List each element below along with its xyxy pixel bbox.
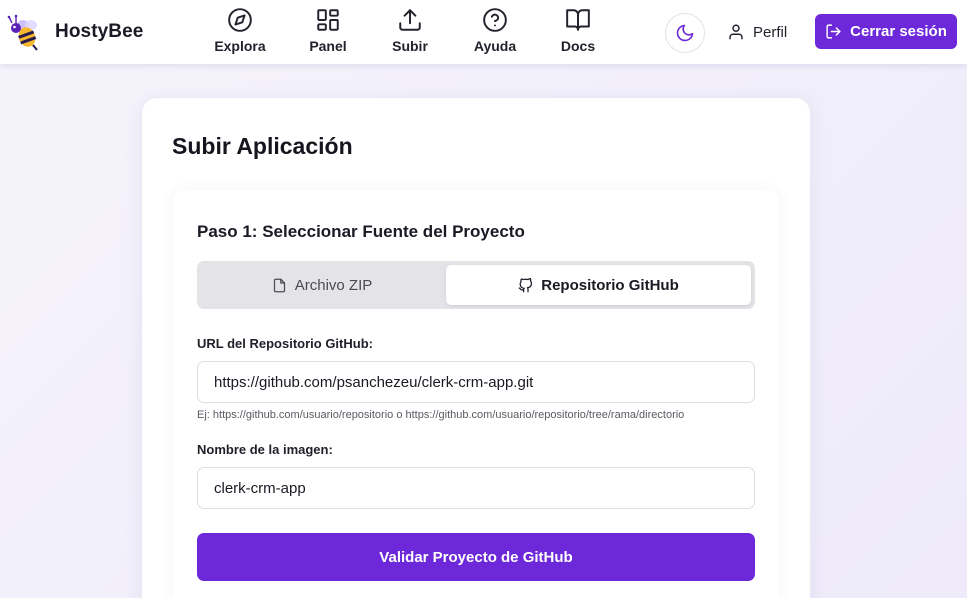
help-circle-icon bbox=[483, 8, 507, 32]
github-icon bbox=[518, 277, 533, 292]
validate-github-button[interactable]: Validar Proyecto de GitHub bbox=[197, 533, 755, 581]
moon-icon bbox=[676, 24, 694, 42]
log-out-icon bbox=[826, 24, 841, 39]
validate-button-label: Validar Proyecto de GitHub bbox=[379, 548, 573, 566]
nav-item-ayuda[interactable]: Ayuda bbox=[472, 7, 518, 57]
tab-zip-label: Archivo ZIP bbox=[294, 276, 373, 294]
repo-url-input[interactable]: https://github.com/psanchezeu/clerk-crm-… bbox=[197, 361, 755, 403]
tab-github-repo[interactable]: Repositorio GitHub bbox=[446, 265, 751, 305]
logout-button[interactable]: Cerrar sesión bbox=[815, 14, 957, 49]
repo-url-hint: Ej: https://github.com/usuario/repositor… bbox=[197, 409, 685, 421]
theme-toggle-button[interactable] bbox=[665, 13, 705, 53]
book-open-icon bbox=[566, 9, 590, 31]
nav-item-subir[interactable]: Subir bbox=[390, 7, 430, 57]
tab-github-label: Repositorio GitHub bbox=[541, 276, 679, 294]
repo-url-label: URL del Repositorio GitHub: bbox=[197, 336, 373, 351]
brand[interactable]: HostyBee bbox=[6, 12, 143, 52]
nav-label-panel: Panel bbox=[309, 38, 347, 54]
profile-link[interactable]: Perfil bbox=[727, 20, 787, 44]
source-tabs: Archivo ZIP Repositorio GitHub bbox=[197, 261, 755, 309]
nav-item-panel[interactable]: Panel bbox=[306, 7, 350, 57]
top-navbar: HostyBee Explora Panel Subir Ayuda Docs … bbox=[0, 0, 967, 64]
compass-icon bbox=[228, 8, 252, 32]
nav-label-explora: Explora bbox=[214, 38, 266, 54]
nav-item-docs[interactable]: Docs bbox=[558, 7, 598, 57]
dashboard-grid-icon bbox=[317, 9, 339, 31]
bee-logo-icon bbox=[7, 14, 38, 51]
step-title: Paso 1: Seleccionar Fuente del Proyecto bbox=[197, 222, 525, 241]
nav-item-explora[interactable]: Explora bbox=[214, 7, 266, 57]
nav-label-docs: Docs bbox=[560, 38, 596, 54]
profile-label: Perfil bbox=[753, 23, 788, 41]
image-name-input[interactable]: clerk-crm-app bbox=[197, 467, 755, 509]
page-title: Subir Aplicación bbox=[172, 133, 353, 159]
brand-name: HostyBee bbox=[55, 21, 144, 42]
user-icon bbox=[729, 24, 743, 40]
tab-zip-file[interactable]: Archivo ZIP bbox=[201, 265, 443, 305]
nav-label-ayuda: Ayuda bbox=[473, 38, 517, 54]
nav-label-subir: Subir bbox=[392, 38, 428, 54]
image-name-label: Nombre de la imagen: bbox=[197, 442, 333, 457]
upload-icon bbox=[399, 9, 421, 31]
file-icon bbox=[273, 278, 285, 292]
logout-label: Cerrar sesión bbox=[850, 23, 947, 40]
